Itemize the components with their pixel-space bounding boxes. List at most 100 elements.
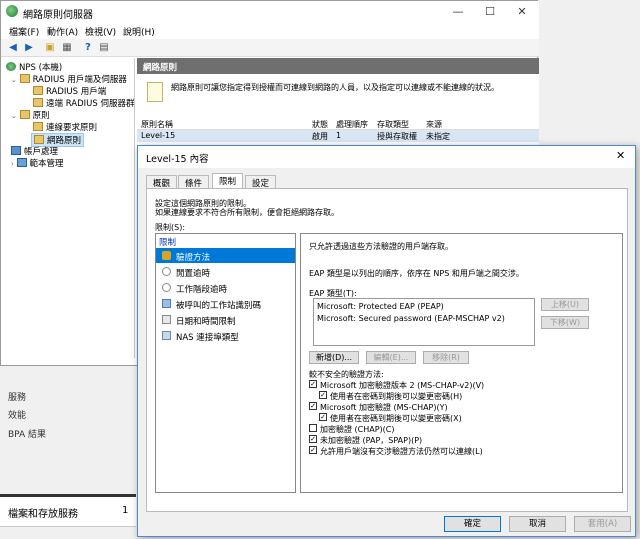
allow-text: 只允許透過這些方法驗證的用戶端存取。 xyxy=(309,242,453,251)
close-button[interactable]: ✕ xyxy=(506,1,538,23)
dialog-close-button[interactable]: ✕ xyxy=(616,149,625,162)
tree-item-radius[interactable]: ⌄ RADIUS 用戶端及伺服器 xyxy=(11,73,127,85)
forward-arrow-icon[interactable]: ▶ xyxy=(22,41,36,54)
dialog-title-bar: Level-15 內容 ✕ xyxy=(138,146,635,168)
expand-arrow-icon[interactable]: ⌄ xyxy=(11,112,17,120)
move-up-button[interactable]: 上移(U) xyxy=(541,298,589,311)
back-arrow-icon[interactable]: ◀ xyxy=(6,41,20,54)
apply-button[interactable]: 套用(A) xyxy=(574,516,631,532)
nps-app-icon xyxy=(6,5,18,17)
tree-item-nps-root[interactable]: NPS (本機) xyxy=(6,61,62,73)
file-storage-tile[interactable]: 檔案和存放服務 1 xyxy=(0,494,136,527)
tab-settings[interactable]: 設定 xyxy=(245,175,277,189)
cancel-button[interactable]: 取消 xyxy=(509,516,566,532)
col-order[interactable]: 處理順序 xyxy=(336,119,368,130)
tree-item-radius-clients[interactable]: RADIUS 用戶端 xyxy=(33,85,106,97)
checkbox-pap[interactable]: ✓ xyxy=(309,435,317,443)
collapse-arrow-icon[interactable]: › xyxy=(11,160,14,168)
list-item[interactable]: Microsoft: Protected EAP (PEAP) xyxy=(317,302,444,311)
window-title: 網路原則伺服器 xyxy=(23,10,93,21)
ok-button[interactable]: 確定 xyxy=(444,516,501,532)
checkbox-label: 使用者在密碼到期後可以變更密碼(H) xyxy=(330,392,463,401)
menu-bar: 檔案(F) 動作(A) 檢視(V) 說明(H) xyxy=(1,23,539,39)
tree-item-policies[interactable]: ⌄ 原則 xyxy=(11,109,50,121)
checkbox-mschap-change-pw[interactable]: ✓ xyxy=(319,413,327,421)
menu-view[interactable]: 檢視(V) xyxy=(85,25,116,38)
calendar-icon xyxy=(162,315,171,324)
constraints-panel: 設定這個網路原則的限制。 如果連線要求不符合所有限制，便會拒絕網路存取。 限制(… xyxy=(146,188,628,512)
checkbox-label: 允許用戶端沒有交涉驗證方法仍然可以連線(L) xyxy=(320,447,483,456)
minimize-button[interactable]: — xyxy=(442,1,474,23)
checkbox-label: 使用者在密碼到期後可以變更密碼(X) xyxy=(330,414,462,423)
checkbox-chap[interactable] xyxy=(309,424,317,432)
station-icon xyxy=(162,299,171,308)
menu-help[interactable]: 說明(H) xyxy=(123,25,155,38)
folder-icon xyxy=(19,74,30,83)
remove-button[interactable]: 移除(R) xyxy=(423,351,469,364)
col-status[interactable]: 狀態 xyxy=(312,119,328,130)
clock-icon xyxy=(162,283,171,292)
less-secure-label: 較不安全的驗證方法: xyxy=(309,370,384,379)
checkbox-mschap[interactable]: ✓ xyxy=(309,402,317,410)
checkbox-label: Microsoft 加密驗證 (MS-CHAP)(Y) xyxy=(320,403,448,412)
list-item[interactable]: Microsoft: Secured password (EAP-MSCHAP … xyxy=(317,314,505,323)
navigation-tree: NPS (本機) ⌄ RADIUS 用戶端及伺服器 RADIUS 用戶端 遠端 … xyxy=(1,58,135,358)
document-icon xyxy=(147,82,163,102)
tree-item-remote-groups[interactable]: 遠端 RADIUS 伺服器群 xyxy=(33,97,134,109)
list-item-called-station[interactable]: 被呼叫的工作站識別碼 xyxy=(156,296,295,311)
menu-action[interactable]: 動作(A) xyxy=(47,25,78,38)
list-item-idle-timeout[interactable]: 閒置逾時 xyxy=(156,264,295,279)
constraints-list: 限制 驗證方法 閒置逾時 工作階段逾時 被呼叫的工作站識別碼 日期和時間限制 N… xyxy=(155,233,296,493)
tile-label: 檔案和存放服務 xyxy=(8,509,78,520)
tile-count: 1 xyxy=(122,505,129,516)
checkbox-mschapv2-change-pw[interactable]: ✓ xyxy=(319,391,327,399)
tree-item-accounting[interactable]: 帳戶處理 xyxy=(11,145,58,157)
tab-overview[interactable]: 概觀 xyxy=(146,175,178,189)
pane-description: 網路原則可讓您指定得到授權而可連線到網路的人員，以及指定可以連線或不能連線的狀況… xyxy=(137,74,539,116)
tab-constraints[interactable]: 限制 xyxy=(212,173,244,189)
table-row[interactable]: Level-15 啟用 1 授與存取權 未指定 xyxy=(137,130,539,142)
add-button[interactable]: 新增(D)... xyxy=(309,351,359,364)
checkbox-no-negotiation[interactable]: ✓ xyxy=(309,446,317,454)
templates-icon xyxy=(16,158,27,167)
move-down-button[interactable]: 下移(W) xyxy=(541,316,589,329)
pane-header: 網路原則 xyxy=(137,58,539,74)
tab-conditions[interactable]: 條件 xyxy=(178,175,210,189)
folder-icon xyxy=(33,98,43,107)
description-text: 網路原則可讓您指定得到授權而可連線到網路的人員，以及指定可以連線或不能連線的狀況… xyxy=(171,83,499,92)
expand-arrow-icon[interactable]: ⌄ xyxy=(11,76,17,84)
show-hide-tree-icon[interactable]: ▦ xyxy=(60,41,74,54)
accounting-icon xyxy=(11,146,21,155)
folder-icon xyxy=(34,135,44,144)
auth-methods-content: 只允許透過這些方法驗證的用戶端存取。 EAP 類型是以列出的順序，依序在 NPS… xyxy=(300,233,623,493)
maximize-button[interactable]: ☐ xyxy=(474,1,506,23)
checkbox-label: Microsoft 加密驗證版本 2 (MS-CHAP-v2)(V) xyxy=(320,381,485,390)
bpa-results-link[interactable]: BPA 結果 xyxy=(8,427,46,440)
menu-file[interactable]: 檔案(F) xyxy=(9,25,39,38)
port-icon xyxy=(162,331,171,340)
list-item-auth-methods[interactable]: 驗證方法 xyxy=(156,248,295,263)
edit-button[interactable]: 編輯(E)... xyxy=(366,351,416,364)
folder-icon xyxy=(33,86,43,95)
lock-icon xyxy=(162,251,171,260)
folder-icon xyxy=(33,122,43,131)
col-access-type[interactable]: 存取類型 xyxy=(377,119,409,130)
checkbox-mschapv2[interactable]: ✓ xyxy=(309,380,317,388)
list-item-nas-port[interactable]: NAS 連接埠類型 xyxy=(156,328,295,343)
list-item-date-time[interactable]: 日期和時間限制 xyxy=(156,312,295,327)
col-policy-name[interactable]: 原則名稱 xyxy=(141,119,173,130)
services-link[interactable]: 服務 xyxy=(8,390,26,403)
intro-line-2: 如果連線要求不符合所有限制，便會拒絕網路存取。 xyxy=(155,208,339,217)
eap-types-list[interactable]: Microsoft: Protected EAP (PEAP) Microsof… xyxy=(313,298,535,346)
help-icon[interactable]: ? xyxy=(81,41,95,54)
properties-icon[interactable]: ▤ xyxy=(97,41,111,54)
tree-item-templates[interactable]: › 範本管理 xyxy=(11,157,64,169)
col-source[interactable]: 來源 xyxy=(426,119,442,130)
dialog-title: Level-15 內容 xyxy=(146,154,209,165)
tree-item-connection-policy[interactable]: 連線要求原則 xyxy=(33,121,97,133)
folder-up-icon[interactable]: ▣ xyxy=(43,41,57,54)
performance-link[interactable]: 效能 xyxy=(8,408,26,421)
list-item-session-timeout[interactable]: 工作階段逾時 xyxy=(156,280,295,295)
title-bar: 網路原則伺服器 — ☐ ✕ xyxy=(1,1,539,23)
list-header: 限制 xyxy=(159,238,177,248)
